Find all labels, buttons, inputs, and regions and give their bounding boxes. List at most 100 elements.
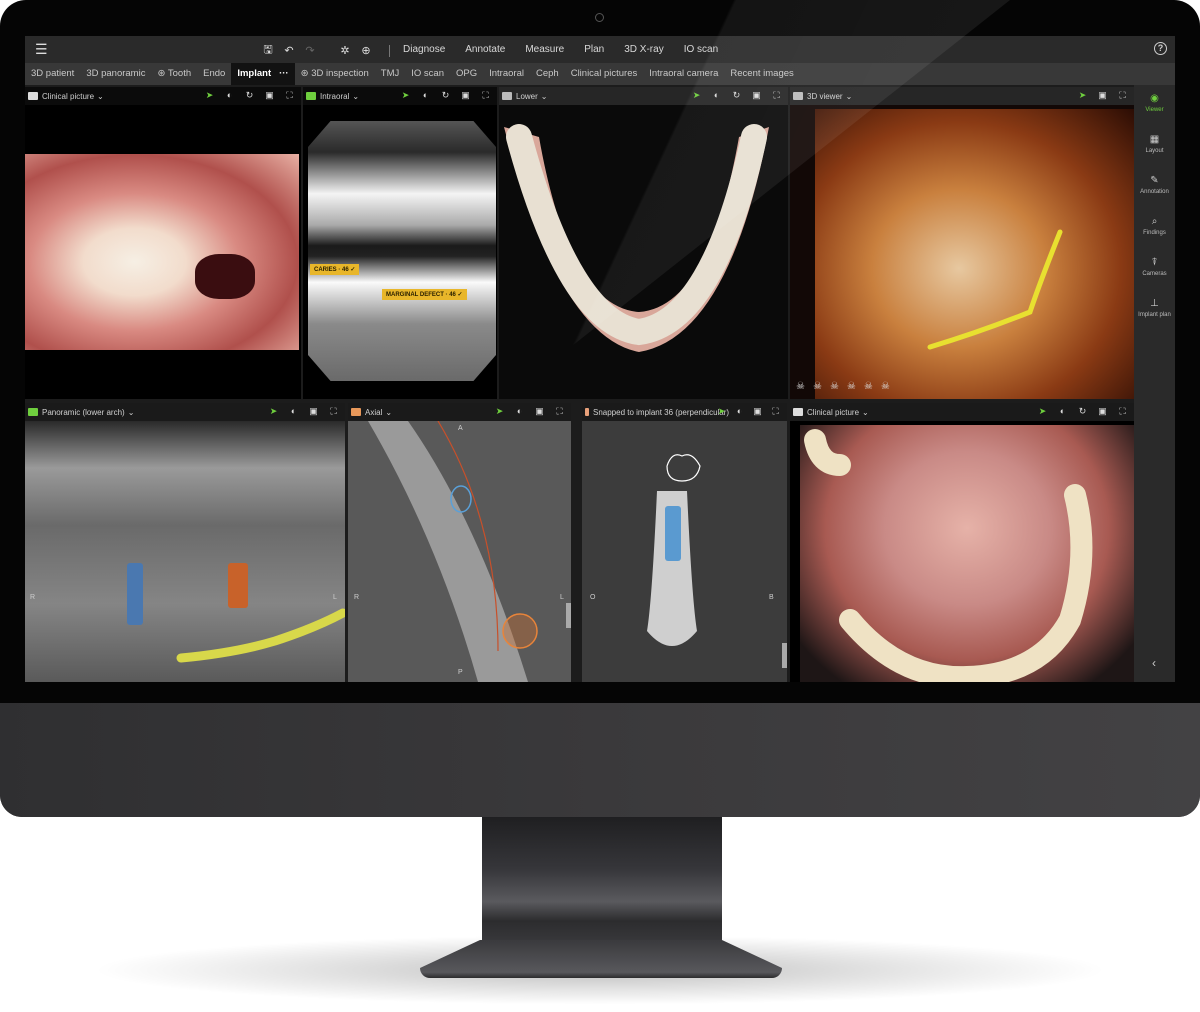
tab-io-scan[interactable]: IO scan [405, 63, 450, 85]
tab-opg[interactable]: OPG [450, 63, 483, 85]
slice-scrollbar[interactable] [782, 643, 787, 668]
contrast-icon[interactable]: ◐ [1057, 406, 1068, 417]
contrast-icon[interactable]: ◐ [288, 406, 299, 417]
viewport-intraoral[interactable]: Intraoral ⌄ ➤ ◐ ↻ ▣ ⛶ CARIES · 46 ✓ MARG… [303, 87, 497, 399]
chevron-down-icon[interactable]: ⌄ [385, 408, 392, 417]
nav-3d-xray[interactable]: 3D X-ray [614, 44, 673, 55]
viewport-clinical-picture-bottom[interactable]: Clinical picture ⌄ ➤ ◐ ↻ ▣ ⛶ [790, 403, 1134, 682]
chevron-down-icon[interactable]: ⌄ [541, 92, 548, 101]
tab-ceph[interactable]: Ceph [530, 63, 565, 85]
nav-measure[interactable]: Measure [515, 44, 574, 55]
skull-right-icon[interactable]: ☠ [847, 381, 856, 392]
viewport-title[interactable]: Clinical picture [807, 408, 859, 417]
nav-plan[interactable]: Plan [574, 44, 614, 55]
skull-back-icon[interactable]: ☠ [813, 381, 822, 392]
fullscreen-icon[interactable]: ⛶ [1117, 90, 1128, 101]
pointer-icon[interactable]: ➤ [400, 90, 411, 101]
fit-icon[interactable]: ▣ [752, 406, 763, 417]
nav-io-scan[interactable]: IO scan [674, 44, 728, 55]
tab-clinical-pictures[interactable]: Clinical pictures [565, 63, 644, 85]
pointer-icon[interactable]: ➤ [1077, 90, 1088, 101]
fullscreen-icon[interactable]: ⛶ [480, 90, 491, 101]
fit-icon[interactable]: ▣ [460, 90, 471, 101]
viewport-panoramic[interactable]: Panoramic (lower arch) ⌄ ➤ ◐ ▣ ⛶ R L [25, 403, 345, 682]
fit-icon[interactable]: ▣ [264, 90, 275, 101]
tab-tooth[interactable]: ⊛ Tooth [151, 63, 197, 85]
tab-tmj[interactable]: TMJ [375, 63, 405, 85]
chevron-down-icon[interactable]: ⌄ [846, 92, 853, 101]
rotate-icon[interactable]: ↻ [440, 90, 451, 101]
help-icon[interactable]: ? [1154, 42, 1167, 55]
skull-front-icon[interactable]: ☠ [796, 381, 805, 392]
pointer-icon[interactable]: ➤ [1037, 406, 1048, 417]
tab-3d-inspection[interactable]: ⊛ 3D inspection [295, 63, 375, 85]
tab-intraoral[interactable]: Intraoral [483, 63, 530, 85]
more-icon[interactable]: ··· [279, 68, 289, 79]
nav-annotate[interactable]: Annotate [455, 44, 515, 55]
chevron-down-icon[interactable]: ⌄ [352, 92, 359, 101]
viewport-clinical-picture-top[interactable]: Clinical picture ⌄ ➤ ◐ ↻ ▣ ⛶ [25, 87, 301, 399]
sidebar-item-layout[interactable]: ▦ Layout [1134, 134, 1175, 155]
tab-implant[interactable]: Implant ··· [231, 63, 295, 85]
implant-blue[interactable] [127, 563, 143, 625]
viewport-3d-viewer[interactable]: 3D viewer ⌄ ➤ ▣ ⛶ ☠ ☠ ☠ ☠ ☠ ☠ [790, 87, 1134, 399]
save-icon[interactable]: 🖫 [262, 41, 274, 60]
pointer-icon[interactable]: ➤ [268, 406, 279, 417]
viewport-title[interactable]: Snapped to implant 36 (perpendicular) [593, 408, 729, 417]
chevron-down-icon[interactable]: ⌄ [862, 408, 869, 417]
fit-icon[interactable]: ▣ [1097, 406, 1108, 417]
fullscreen-icon[interactable]: ⛶ [771, 90, 782, 101]
rotate-icon[interactable]: ↻ [731, 90, 742, 101]
tab-3d-panoramic[interactable]: 3D panoramic [80, 63, 151, 85]
fullscreen-icon[interactable]: ⛶ [1117, 406, 1128, 417]
skull-top-icon[interactable]: ☠ [864, 381, 873, 392]
finding-badge-caries[interactable]: CARIES · 46 ✓ [310, 264, 360, 275]
viewport-title[interactable]: Panoramic (lower arch) [42, 408, 125, 417]
sidebar-item-viewer[interactable]: ◉ Viewer [1134, 93, 1175, 114]
contrast-icon[interactable]: ◐ [514, 406, 525, 417]
contrast-icon[interactable]: ◐ [224, 90, 235, 101]
sidebar-item-findings[interactable]: ⌕ Findings [1134, 216, 1175, 237]
viewport-axial[interactable]: Axial ⌄ ➤ ◐ ▣ ⛶ A P R L [348, 403, 571, 682]
fit-icon[interactable]: ▣ [1097, 90, 1108, 101]
redo-icon[interactable]: ↷ [304, 44, 316, 57]
pointer-icon[interactable]: ➤ [204, 90, 215, 101]
skull-left-icon[interactable]: ☠ [830, 381, 839, 392]
tab-recent-images[interactable]: Recent images [724, 63, 799, 85]
undo-icon[interactable]: ↶ [283, 44, 295, 57]
pointer-icon[interactable]: ➤ [716, 406, 727, 417]
slice-scrollbar[interactable] [566, 603, 571, 628]
finding-badge-marginal-defect[interactable]: MARGINAL DEFECT · 46 ✓ [382, 289, 467, 300]
chevron-down-icon[interactable]: ⌄ [97, 92, 104, 101]
tab-endo[interactable]: Endo [197, 63, 231, 85]
collapse-sidebar-icon[interactable]: ‹ [1152, 656, 1156, 670]
fit-icon[interactable]: ▣ [308, 406, 319, 417]
target-icon[interactable]: ⊕ [360, 44, 372, 57]
pointer-icon[interactable]: ➤ [494, 406, 505, 417]
chevron-down-icon[interactable]: ⌄ [128, 408, 135, 417]
rotate-icon[interactable]: ↻ [244, 90, 255, 101]
viewport-snapped-implant[interactable]: Snapped to implant 36 (perpendicular) ➤ … [582, 403, 787, 682]
fullscreen-icon[interactable]: ⛶ [554, 406, 565, 417]
fullscreen-icon[interactable]: ⛶ [284, 90, 295, 101]
sidebar-item-implant-plan[interactable]: ⊥ Implant plan [1134, 298, 1175, 319]
fit-icon[interactable]: ▣ [751, 90, 762, 101]
rotate-icon[interactable]: ↻ [1077, 406, 1088, 417]
fullscreen-icon[interactable]: ⛶ [328, 406, 339, 417]
contrast-icon[interactable]: ◐ [711, 90, 722, 101]
pointer-icon[interactable]: ➤ [691, 90, 702, 101]
viewport-title[interactable]: Lower [516, 92, 538, 101]
viewport-title[interactable]: Axial [365, 408, 382, 417]
aperture-icon[interactable]: ✲ [339, 44, 351, 57]
contrast-icon[interactable]: ◐ [734, 406, 745, 417]
tab-3d-patient[interactable]: 3D patient [25, 63, 80, 85]
viewport-lower-scan[interactable]: Lower ⌄ ➤ ◐ ↻ ▣ ⛶ [499, 87, 788, 399]
sidebar-item-cameras[interactable]: ⍒ Cameras [1134, 257, 1175, 278]
viewport-title[interactable]: Intraoral [320, 92, 349, 101]
viewport-title[interactable]: 3D viewer [807, 92, 843, 101]
contrast-icon[interactable]: ◐ [420, 90, 431, 101]
fit-icon[interactable]: ▣ [534, 406, 545, 417]
tab-intraoral-camera[interactable]: Intraoral camera [643, 63, 724, 85]
sidebar-item-annotation[interactable]: ✎ Annotation [1134, 175, 1175, 196]
viewport-title[interactable]: Clinical picture [42, 92, 94, 101]
